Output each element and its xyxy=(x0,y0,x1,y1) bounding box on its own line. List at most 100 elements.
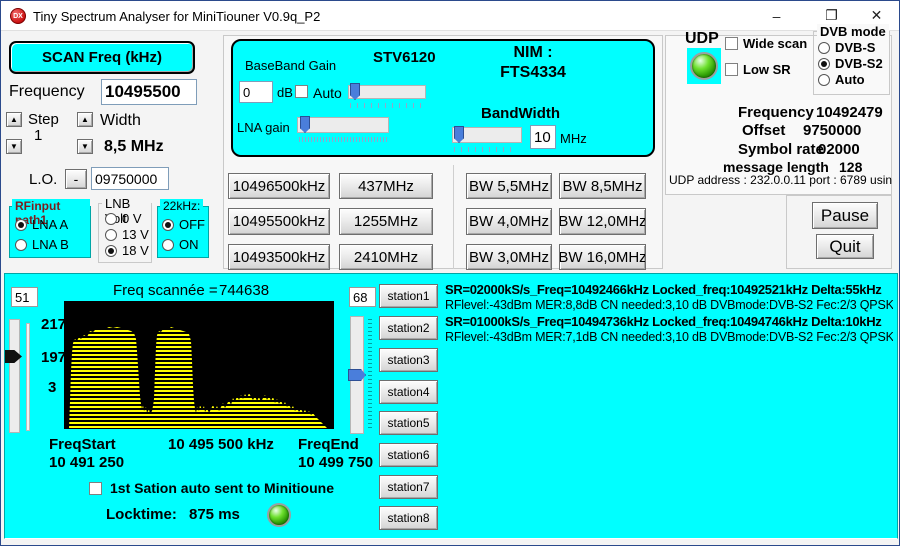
locktime-label: Locktime: xyxy=(106,506,177,523)
lo-minus-button[interactable]: - xyxy=(65,169,87,189)
radio-22khz-off-icon xyxy=(162,219,174,231)
baseband-gain-unit: dB xyxy=(277,85,293,100)
mhz-preset-2-button[interactable]: 1255MHz xyxy=(339,208,433,235)
low-sr-label: Low SR xyxy=(743,62,791,77)
low-sr-checkbox[interactable] xyxy=(725,63,738,76)
station6-button[interactable]: station6 xyxy=(379,443,438,467)
wide-scan-checkbox-row[interactable]: Wide scan xyxy=(725,36,807,51)
status-line-1-bold: SR=02000kS/s_Freq=10492466kHz Locked_fre… xyxy=(445,282,893,297)
radio-13v-label: 13 V xyxy=(122,227,149,242)
frequency-input[interactable] xyxy=(101,79,197,105)
nim-label-1: NIM : xyxy=(433,44,633,62)
radio-dvbs-label: DVB-S xyxy=(835,40,875,55)
info-frequency-label: Frequency xyxy=(738,104,814,121)
low-sr-checkbox-row[interactable]: Low SR xyxy=(725,62,791,77)
scale-top-label: 217 xyxy=(41,316,66,333)
mhz-preset-3-button[interactable]: 2410MHz xyxy=(339,244,433,270)
freq-preset-2-button[interactable]: 10495500kHz xyxy=(228,208,330,235)
bandwidth-slider-ticks xyxy=(454,147,516,152)
radio-lna-a[interactable]: LNA A xyxy=(15,217,68,232)
step-up-button[interactable]: ▲ xyxy=(6,112,22,127)
scale-low-label: 3 xyxy=(48,379,56,396)
radio-22khz-on[interactable]: ON xyxy=(162,237,199,252)
station7-button[interactable]: station7 xyxy=(379,475,438,499)
radio-0v-icon xyxy=(105,213,117,225)
bw-12-0-button[interactable]: BW 12,0MHz xyxy=(559,208,646,235)
radio-lna-b[interactable]: LNA B xyxy=(15,237,69,252)
step-down-button[interactable]: ▼ xyxy=(6,139,22,154)
pause-button[interactable]: Pause xyxy=(812,202,878,229)
auto-send-checkbox[interactable] xyxy=(89,482,102,495)
radio-22khz-on-label: ON xyxy=(179,237,199,252)
station1-button[interactable]: station1 xyxy=(379,284,438,308)
udp-label: UDP xyxy=(685,30,719,48)
chip-label: STV6120 xyxy=(373,49,436,66)
bandwidth-input[interactable] xyxy=(530,125,556,149)
locktime-value: 875 ms xyxy=(189,506,240,523)
bandwidth-unit: MHz xyxy=(560,131,587,146)
left-slider-track[interactable] xyxy=(9,319,20,433)
info-symbol-rate-label: Symbol rate xyxy=(738,141,824,158)
freq-start-value: 10 491 250 xyxy=(49,454,124,471)
lna-gain-slider-track[interactable] xyxy=(297,117,389,133)
app-window: DX Tiny Spectrum Analyser for MiniTioune… xyxy=(0,0,900,546)
status-line-2-bold: SR=01000kS/s_Freq=10494736kHz Locked_fre… xyxy=(445,314,893,329)
right-slider-value-input[interactable] xyxy=(349,287,376,307)
mhz-preset-1-button[interactable]: 437MHz xyxy=(339,173,433,199)
bw-8-5-button[interactable]: BW 8,5MHz xyxy=(559,173,646,199)
baseband-gain-label: BaseBand Gain xyxy=(245,58,336,73)
wide-scan-checkbox[interactable] xyxy=(725,37,738,50)
baseband-gain-input[interactable] xyxy=(239,81,273,103)
freq-scanned-label: Freq scannée = xyxy=(113,282,218,299)
radio-dvbs[interactable]: DVB-S xyxy=(818,40,875,55)
radio-lna-a-label: LNA A xyxy=(32,217,68,232)
lo-label: L.O. xyxy=(29,171,57,188)
freq-preset-3-button[interactable]: 10493500kHz xyxy=(228,244,330,270)
radio-lna-b-icon xyxy=(15,239,27,251)
freq-start-label: FreqStart xyxy=(49,436,116,453)
width-label: Width xyxy=(100,112,141,130)
window-title: Tiny Spectrum Analyser for MiniTiouner V… xyxy=(33,9,320,24)
scan-freq-button[interactable]: SCAN Freq (kHz) xyxy=(9,41,195,74)
radio-dvb-auto-label: Auto xyxy=(835,72,865,87)
radio-dvb-auto[interactable]: Auto xyxy=(818,72,865,87)
width-up-button[interactable]: ▲ xyxy=(77,112,93,127)
quit-button[interactable]: Quit xyxy=(816,234,874,259)
freq-preset-1-button[interactable]: 10496500kHz xyxy=(228,173,330,199)
auto-gain-checkbox[interactable] xyxy=(295,85,308,98)
radio-13v[interactable]: 13 V xyxy=(105,227,149,242)
radio-dvb-auto-icon xyxy=(818,74,830,86)
station2-button[interactable]: station2 xyxy=(379,316,438,340)
radio-lna-a-icon xyxy=(15,219,27,231)
station3-button[interactable]: station3 xyxy=(379,348,438,372)
station8-button[interactable]: station8 xyxy=(379,506,438,530)
radio-dvbs2[interactable]: DVB-S2 xyxy=(818,56,883,71)
bw-4-0-button[interactable]: BW 4,0MHz xyxy=(466,208,552,235)
lo-input[interactable] xyxy=(91,167,169,190)
baseband-gain-slider-ticks xyxy=(350,103,426,108)
right-slider-ticks xyxy=(368,319,372,431)
radio-18v[interactable]: 18 V xyxy=(105,243,149,258)
info-offset-label: Offset xyxy=(742,122,785,139)
radio-18v-label: 18 V xyxy=(122,243,149,258)
width-down-button[interactable]: ▼ xyxy=(77,139,93,154)
bw-16-0-button[interactable]: BW 16,0MHz xyxy=(559,244,646,270)
radio-22khz-on-icon xyxy=(162,239,174,251)
radio-dvbs-icon xyxy=(818,42,830,54)
radio-22khz-off[interactable]: OFF xyxy=(162,217,205,232)
nim-label-2: FTS4334 xyxy=(433,64,633,82)
left-slider-value-input[interactable] xyxy=(11,287,38,307)
auto-send-checkbox-row[interactable]: 1st Sation auto sent to Minitioune xyxy=(89,480,334,496)
radio-dvbs2-icon xyxy=(818,58,830,70)
bw-5-5-button[interactable]: BW 5,5MHz xyxy=(466,173,552,199)
radio-lna-b-label: LNA B xyxy=(32,237,69,252)
station4-button[interactable]: station4 xyxy=(379,380,438,404)
station5-button[interactable]: station5 xyxy=(379,411,438,435)
bw-3-0-button[interactable]: BW 3,0MHz xyxy=(466,244,552,270)
scale-mid-label: 197 xyxy=(41,349,66,366)
minimize-button[interactable]: – xyxy=(754,1,799,30)
khz22-group-label: 22kHz: xyxy=(160,199,203,213)
radio-13v-icon xyxy=(105,229,117,241)
radio-0v[interactable]: 0 V xyxy=(105,211,142,226)
width-value: 8,5 MHz xyxy=(104,138,164,156)
